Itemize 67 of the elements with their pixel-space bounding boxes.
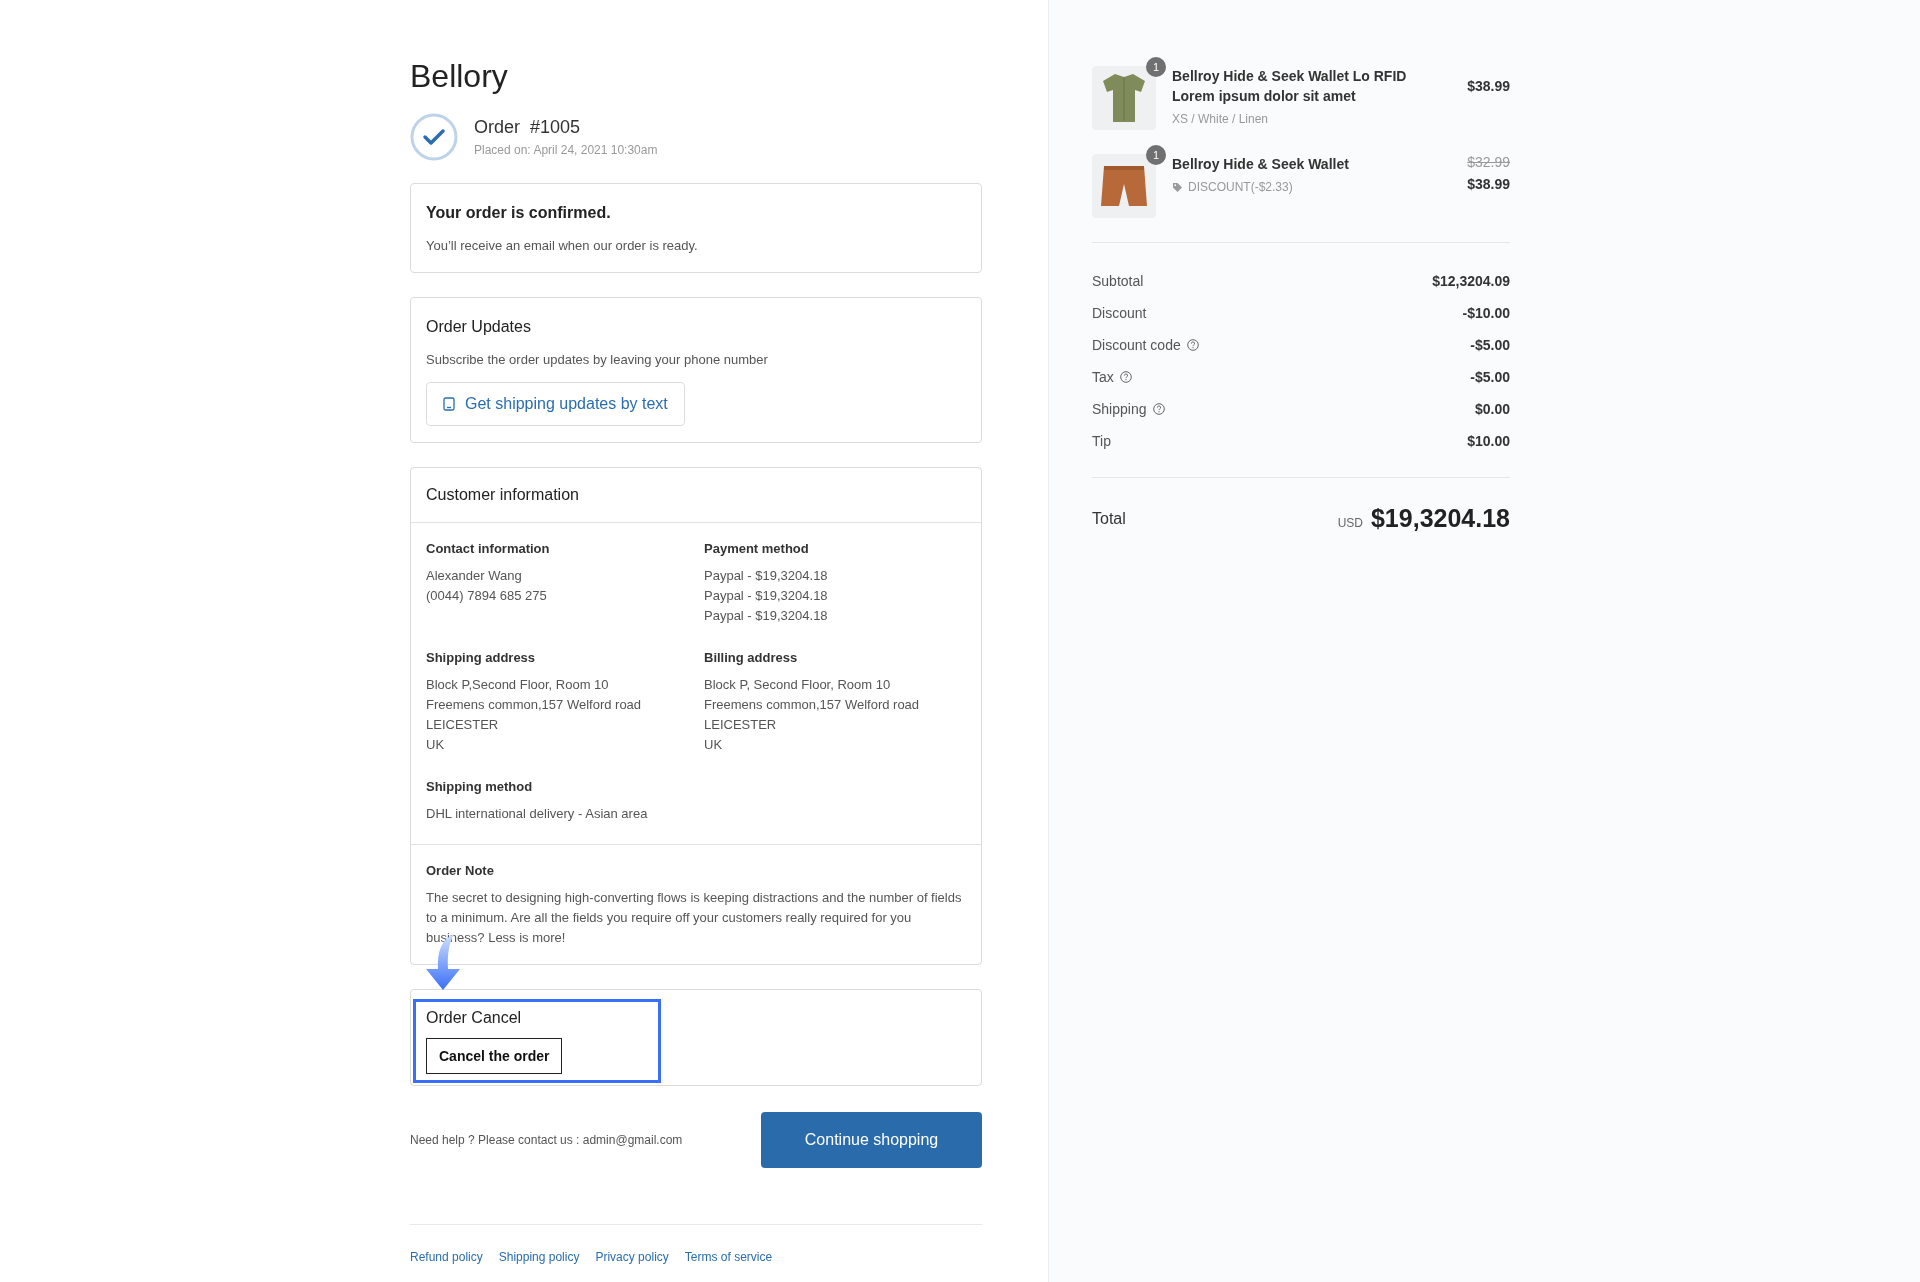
card-title: Order Updates [426, 318, 532, 336]
summary-label: Tax [1092, 369, 1114, 385]
summary-label: Discount [1092, 305, 1147, 321]
discount-label: DISCOUNT(-$2.33) [1188, 180, 1293, 194]
section-title: Shipping address [426, 650, 537, 665]
card-title: Order Cancel [426, 1009, 523, 1027]
section-title: Billing address [704, 650, 799, 665]
note-text: The secret to designing high-converting flows is keeping distractions and the number of fields to a minimum. Are all the fields you require off your customers really required for you business? Less is more! [426, 889, 963, 947]
card-text: Subscribe the order updates by leaving your phone number [426, 351, 769, 369]
summary-label: Subtotal [1092, 273, 1144, 289]
tag-icon [1172, 181, 1183, 193]
section-title: Shipping method [426, 779, 534, 794]
quantity-badge: 1 [1146, 57, 1166, 77]
help-icon[interactable] [1119, 371, 1132, 383]
shipping-updates-button[interactable]: Get shipping updates by text [426, 382, 685, 426]
quantity-badge: 1 [1146, 145, 1166, 165]
section-text: Alexander Wang [426, 567, 523, 585]
footer-link[interactable]: Privacy policy [595, 1250, 669, 1264]
total-label: Total [1092, 509, 1126, 528]
footer-link[interactable]: Refund policy [410, 1250, 483, 1264]
original-price: $32.99 [1467, 154, 1510, 170]
summary-label: Tip [1092, 433, 1111, 449]
help-icon[interactable] [1152, 403, 1165, 415]
section-text: DHL international delivery - Asian area [426, 805, 649, 823]
section-title: Contact information [426, 541, 551, 556]
summary-value: $12,3204.09 [1432, 273, 1510, 289]
order-number: Order #1005 [474, 117, 582, 138]
item-price: $38.99 [1467, 78, 1510, 94]
summary-value: -$5.00 [1470, 337, 1510, 353]
section-text: Block P, Second Floor, Room 10 [704, 676, 892, 694]
section-text: Paypal - $19,3204.18 [704, 587, 829, 605]
section-text: Paypal - $19,3204.18 [704, 607, 829, 625]
card-text: You’ll receive an email when our order is ready. [426, 237, 699, 255]
footer-link[interactable]: Shipping policy [498, 1250, 580, 1264]
section-title: Payment method [704, 541, 810, 556]
section-text: Freemens common,157 Welford road [426, 696, 643, 714]
summary-label: Shipping [1092, 401, 1147, 417]
total-value: $19,3204.18 [1370, 504, 1510, 533]
section-text: UK [426, 736, 446, 754]
product-variant: XS / White / Linen [1172, 112, 1270, 126]
section-title: Order Note [426, 863, 495, 878]
help-text: Need help ? Please contact us : admin@gmail.com [410, 1133, 683, 1147]
store-name: Bellory [410, 58, 509, 95]
section-text: Block P,Second Floor, Room 10 [426, 676, 610, 694]
product-name[interactable]: Bellroy Hide & Seek Wallet [1172, 154, 1452, 174]
summary-value: -$5.00 [1470, 369, 1510, 385]
help-icon[interactable] [1186, 339, 1199, 351]
item-price: $38.99 [1467, 176, 1510, 192]
order-date: Placed on: April 24, 2021 10:30am [474, 143, 658, 157]
section-text: (0044) 7894 685 275 [426, 587, 548, 605]
product-name[interactable]: Bellroy Hide & Seek Wallet Lo RFID Lorem ipsum dolor sit amet [1172, 66, 1452, 106]
section-text: LEICESTER [704, 716, 778, 734]
phone-icon [443, 397, 455, 411]
summary-label: Discount code [1092, 337, 1181, 353]
section-text: LEICESTER [426, 716, 500, 734]
cancel-order-button[interactable]: Cancel the order [426, 1038, 563, 1074]
card-title: Your order is confirmed. [426, 204, 612, 222]
section-text: UK [704, 736, 724, 754]
currency-label: USD [1337, 516, 1363, 530]
summary-value: -$10.00 [1462, 305, 1510, 321]
section-text: Paypal - $19,3204.18 [704, 567, 829, 585]
card-title: Customer information [411, 468, 981, 523]
summary-value: $0.00 [1474, 401, 1510, 417]
footer-link[interactable]: Terms of service [684, 1250, 773, 1264]
continue-shopping-button[interactable]: Continue shopping [761, 1112, 982, 1168]
section-text: Freemens common,157 Welford road [704, 696, 921, 714]
summary-value: $10.00 [1467, 433, 1510, 449]
